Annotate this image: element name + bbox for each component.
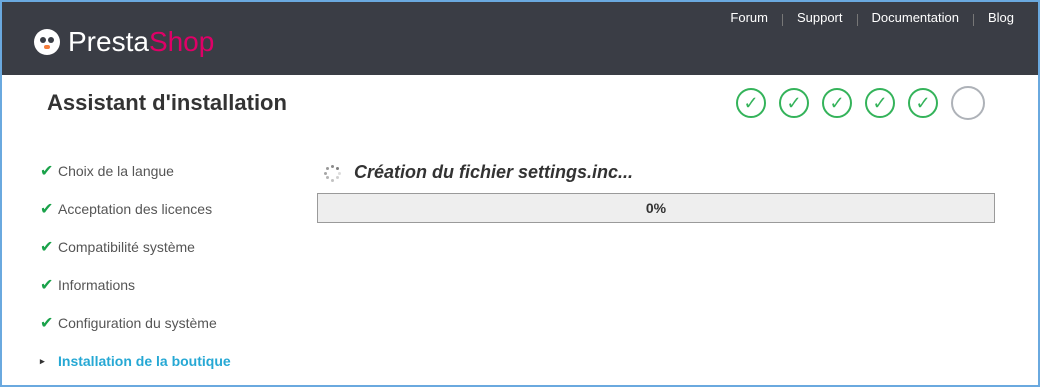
progress-bar: 0%	[317, 193, 995, 223]
link-forum[interactable]: Forum	[730, 10, 768, 26]
sidebar-item-label: Acceptation des licences	[58, 201, 213, 217]
step-complete-icon: ✓	[908, 88, 938, 118]
install-status: Création du fichier settings.inc...	[322, 162, 633, 183]
header-bar: PrestaShop Forum Support Documentation B…	[2, 2, 1038, 75]
installer-window: PrestaShop Forum Support Documentation B…	[0, 0, 1040, 387]
sidebar-item: ✔ Informations	[40, 266, 300, 304]
sidebar-item-label: Installation de la boutique	[58, 353, 231, 369]
sidebar-item-label: Informations	[58, 277, 136, 293]
spinner-dot	[326, 166, 330, 170]
spinner-dot	[326, 176, 330, 180]
spinner-dot	[338, 171, 341, 175]
spinner-dot	[335, 166, 339, 170]
page-title: Assistant d'installation	[47, 90, 287, 115]
step-complete-icon: ✓	[865, 88, 895, 118]
current-arrow-icon: ▸	[40, 355, 45, 366]
checkmark-icon: ✔	[40, 277, 54, 294]
link-separator	[856, 14, 858, 26]
sidebar-item-label: Compatibilité système	[58, 239, 195, 255]
spinner-dot	[324, 171, 327, 175]
sidebar-item: ✔ Choix de la langue	[40, 152, 300, 190]
spinner-dot	[331, 178, 334, 182]
sidebar-item: ✔ Configuration du système	[40, 304, 300, 342]
spinner-dot	[331, 164, 334, 168]
sidebar-item: ▸ Installation de la boutique	[40, 342, 300, 380]
prestashop-logo[interactable]: PrestaShop	[34, 24, 214, 60]
link-support[interactable]: Support	[797, 10, 843, 26]
checkmark-icon: ✔	[40, 163, 54, 180]
sidebar-item-label: Choix de la langue	[58, 163, 174, 179]
sidebar-item: ✔ Compatibilité système	[40, 228, 300, 266]
step-indicators: ✓ ✓ ✓ ✓ ✓	[736, 86, 998, 120]
top-links: Forum Support Documentation Blog	[730, 10, 1014, 26]
step-complete-icon: ✓	[822, 88, 852, 118]
checkmark-icon: ✔	[40, 201, 54, 218]
step-pending-icon	[951, 86, 985, 120]
brand-wordmark: PrestaShop	[68, 26, 215, 57]
step-complete-icon: ✓	[779, 88, 809, 118]
progress-percent: 0%	[645, 200, 667, 216]
sidebar-item: ✔ Acceptation des licences	[40, 190, 300, 228]
step-sidebar: ✔ Choix de la langue ✔ Acceptation des lice…	[40, 152, 300, 380]
sidebar-item-label: Configuration du système	[58, 315, 217, 331]
spinner-dot	[335, 176, 339, 180]
puffin-icon	[34, 29, 60, 55]
loading-spinner-icon	[322, 163, 342, 183]
checkmark-icon: ✔	[40, 239, 54, 256]
step-complete-icon: ✓	[736, 88, 766, 118]
status-text: Création du fichier settings.inc...	[354, 162, 634, 182]
link-blog[interactable]: Blog	[988, 10, 1014, 26]
link-separator	[972, 14, 974, 26]
link-documentation[interactable]: Documentation	[872, 10, 959, 26]
link-separator	[781, 14, 783, 26]
checkmark-icon: ✔	[40, 315, 54, 332]
